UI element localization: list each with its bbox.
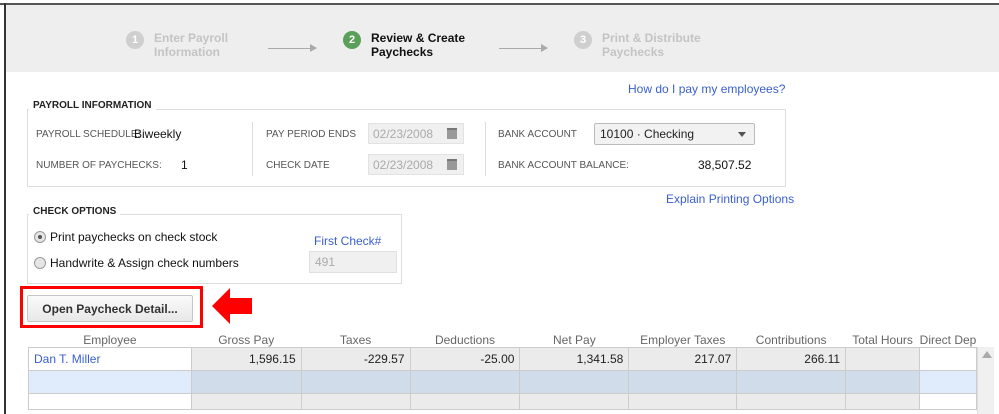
table-cell	[190, 370, 302, 394]
check-date-value: 02/23/2008	[373, 158, 434, 172]
print-check-stock-radio[interactable]	[34, 231, 46, 243]
check-options-title: CHECK OPTIONS	[29, 206, 121, 217]
schedule-label: PAYROLL SCHEDULE:	[36, 129, 141, 140]
payroll-info-group	[27, 109, 786, 187]
table-cell	[919, 370, 977, 394]
num-paychecks-value: 1	[181, 158, 188, 172]
table-cell	[736, 370, 847, 394]
help-link[interactable]: How do I pay my employees?	[628, 82, 785, 96]
table-cell: -229.57	[300, 347, 411, 371]
check-date-label: CHECK DATE	[266, 160, 330, 171]
open-paycheck-detail-button[interactable]: Open Paycheck Detail...	[27, 295, 193, 322]
schedule-value: Biweekly	[134, 127, 182, 141]
step-number: 1	[126, 31, 144, 49]
print-check-stock-label[interactable]: Print paychecks on check stock	[50, 230, 217, 244]
column-header[interactable]: Gross Pay	[191, 333, 301, 348]
column-header[interactable]: Net Pay	[520, 333, 629, 348]
scroll-up-icon[interactable]	[982, 351, 992, 358]
table-row[interactable]	[28, 393, 977, 410]
step-label: Print & Distribute	[602, 31, 701, 45]
column-header[interactable]: Deductions	[410, 333, 520, 348]
table-cell: 266.11	[736, 347, 847, 371]
calendar-icon[interactable]	[447, 128, 457, 139]
divider	[252, 122, 253, 176]
column-header[interactable]: Taxes	[301, 333, 410, 348]
first-check-value: 491	[315, 255, 336, 269]
num-paychecks-label: NUMBER OF PAYCHECKS:	[36, 160, 162, 171]
table-cell	[919, 393, 977, 410]
table-cell	[628, 393, 738, 410]
table-row[interactable]: Dan T. Miller 1,596.15 -229.57 -25.00 1,341.…	[28, 347, 977, 371]
step-label: Paychecks	[371, 45, 434, 59]
table-cell	[736, 393, 847, 410]
column-header[interactable]: Employee	[29, 333, 192, 348]
table-cell	[409, 393, 521, 410]
pay-period-label: PAY PERIOD ENDS	[266, 129, 357, 140]
table-cell	[300, 393, 411, 410]
handwrite-label[interactable]: Handwrite & Assign check numbers	[50, 256, 239, 270]
check-options-group	[27, 214, 402, 284]
step-label: Paychecks	[602, 45, 665, 59]
divider	[485, 122, 486, 176]
bank-account-select[interactable]: 10100 · Checking	[594, 123, 755, 145]
annotation-arrow-icon	[212, 288, 252, 324]
bank-account-value: 10100 · Checking	[600, 127, 695, 141]
step-print-distribute: 3 Print & Distribute Paychecks	[574, 31, 701, 59]
step-label: Information	[154, 45, 220, 59]
table-cell	[845, 393, 920, 410]
table-cell: 1,341.58	[519, 347, 630, 371]
paycheck-table: Employee Gross Pay Taxes Deductions Net Pay E…	[28, 333, 977, 410]
table-cell	[519, 393, 630, 410]
table-cell	[845, 370, 920, 394]
arrow-icon	[268, 44, 317, 52]
arrow-icon	[499, 44, 548, 52]
table-cell	[409, 370, 521, 394]
pay-period-field[interactable]: 02/23/2008	[368, 123, 464, 144]
calendar-icon[interactable]	[447, 159, 457, 170]
pay-period-value: 02/23/2008	[373, 127, 434, 141]
handwrite-radio[interactable]	[34, 257, 46, 269]
table-scrollbar[interactable]	[977, 347, 994, 414]
bank-account-label: BANK ACCOUNT	[498, 129, 577, 140]
table-cell	[190, 393, 302, 410]
chevron-down-icon	[738, 132, 746, 137]
table-row[interactable]	[28, 370, 977, 394]
column-header[interactable]: Total Hours	[846, 333, 920, 348]
column-header[interactable]: Employer Taxes	[629, 333, 737, 348]
table-cell: 217.07	[628, 347, 738, 371]
table-cell[interactable]: Dan T. Miller	[28, 347, 192, 371]
column-header[interactable]: Direct Dep	[920, 333, 977, 348]
step-label: Enter Payroll	[154, 31, 229, 45]
table-cell	[300, 370, 411, 394]
table-cell[interactable]	[28, 370, 192, 394]
table-cell[interactable]	[28, 393, 192, 410]
first-check-label: First Check#	[314, 234, 382, 248]
payroll-info-title: PAYROLL INFORMATION	[29, 100, 156, 111]
column-header[interactable]: Contributions	[737, 333, 846, 348]
table-cell: -25.00	[409, 347, 521, 371]
bank-balance-label: BANK ACCOUNT BALANCE:	[498, 160, 629, 171]
table-cell: 1,596.15	[190, 347, 302, 371]
table-header: Employee Gross Pay Taxes Deductions Net Pay E…	[29, 333, 977, 348]
step-number: 3	[574, 31, 592, 49]
step-number: 2	[343, 31, 361, 49]
table-cell	[519, 370, 630, 394]
table-cell	[628, 370, 738, 394]
step-review-create: 2 Review & Create Paychecks	[343, 31, 465, 59]
step-label: Review & Create	[371, 31, 466, 45]
wizard-steps: 1 Enter Payroll Information 2 Review & Cr…	[6, 5, 999, 72]
first-check-field[interactable]: 491	[309, 251, 397, 273]
check-date-field[interactable]: 02/23/2008	[368, 154, 464, 175]
table-cell	[845, 347, 920, 371]
bank-balance-value: 38,507.52	[698, 158, 752, 172]
explain-printing-link[interactable]: Explain Printing Options	[666, 192, 794, 206]
table-cell	[919, 347, 977, 371]
step-enter-payroll: 1 Enter Payroll Information	[126, 31, 228, 59]
